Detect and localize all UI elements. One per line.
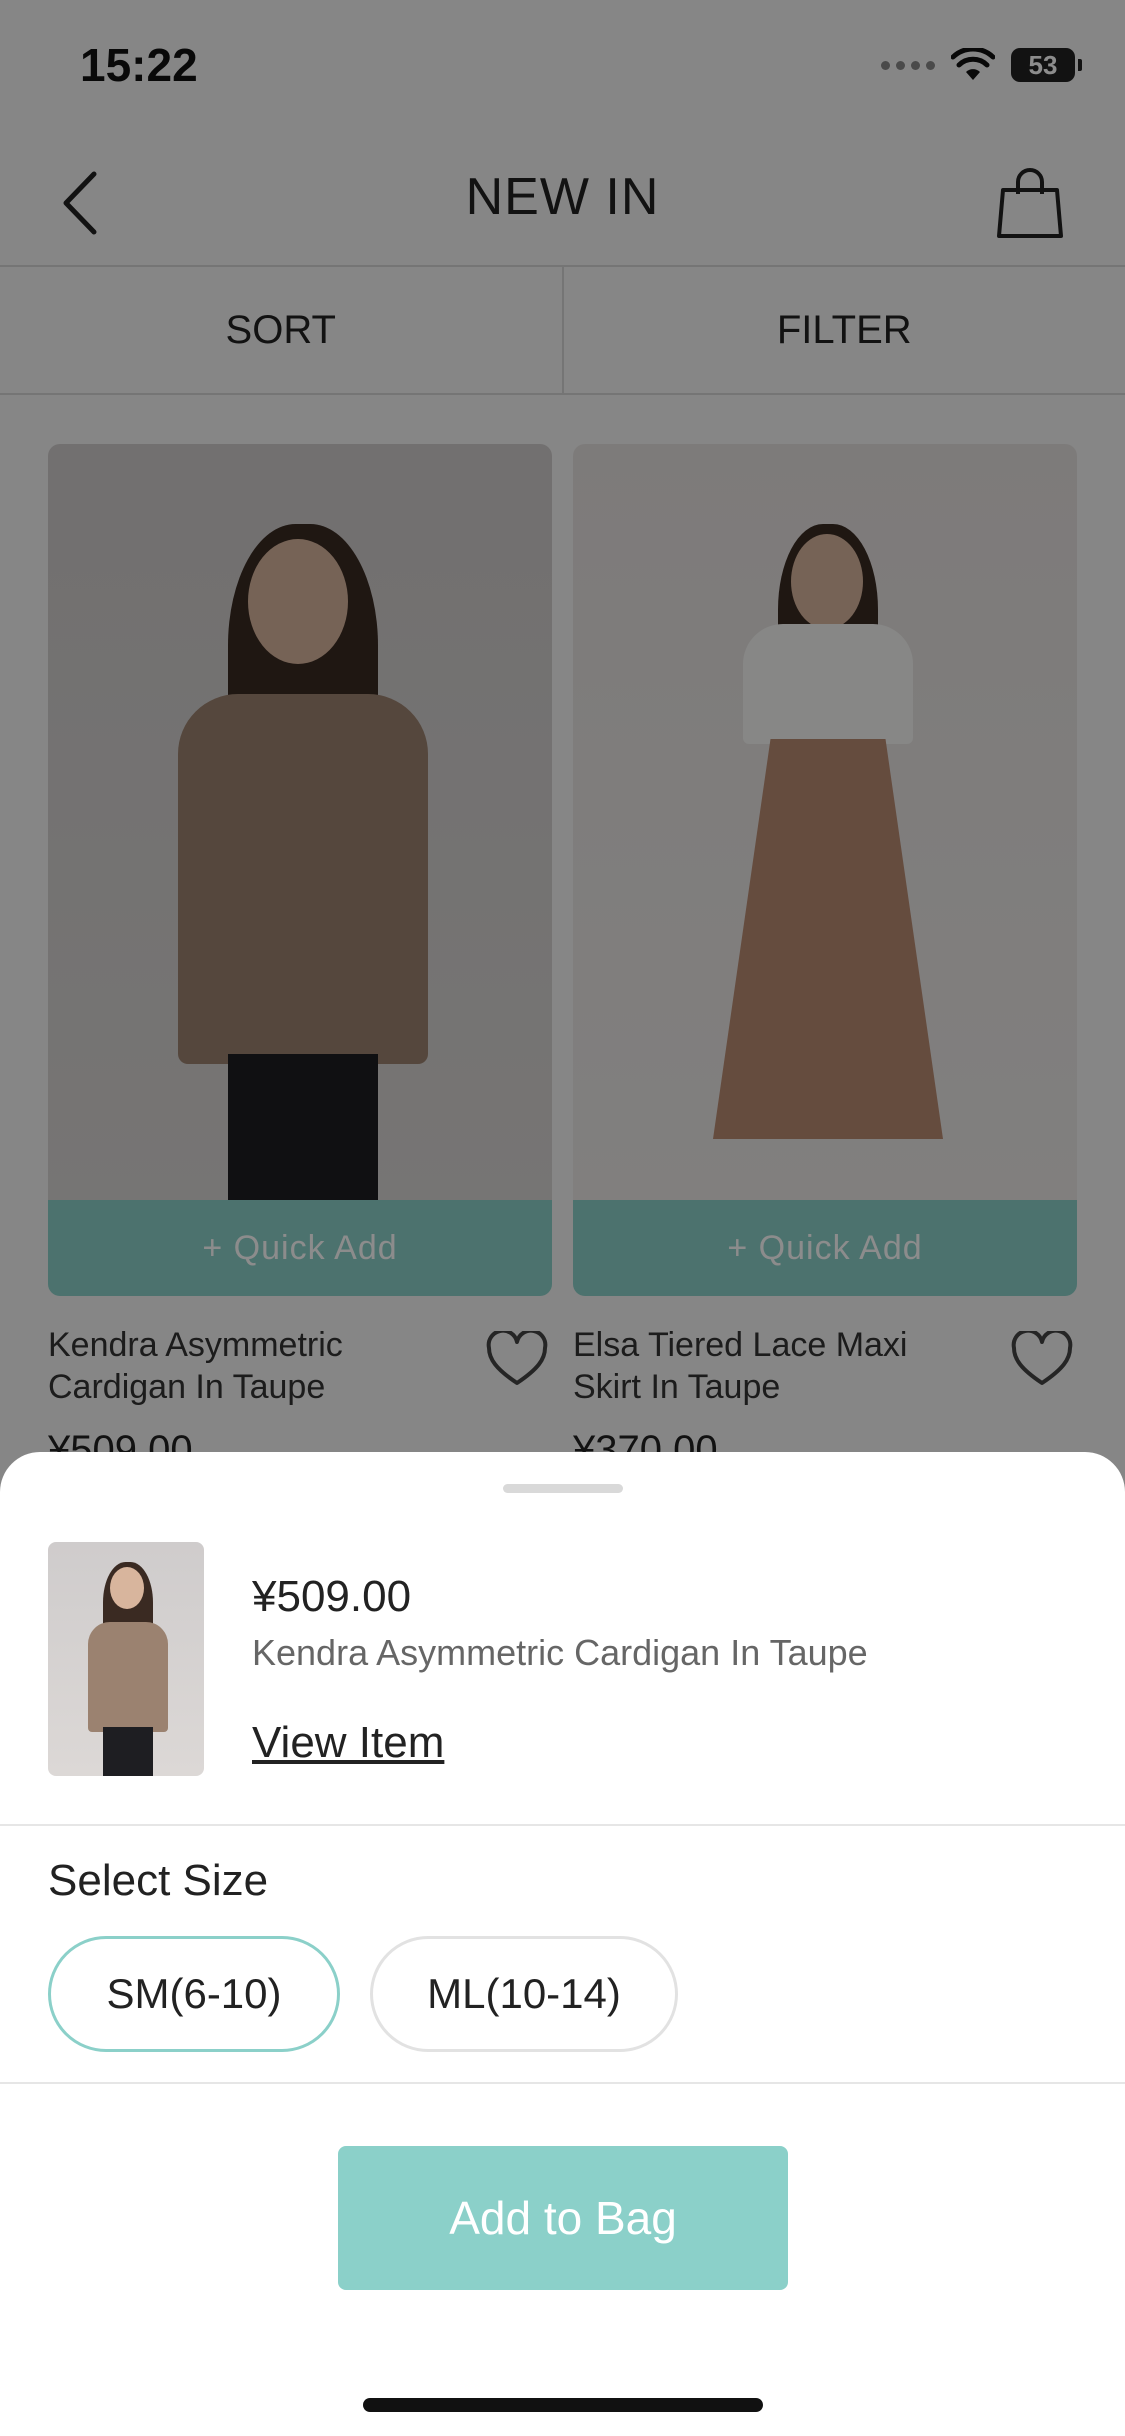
sheet-grabber[interactable]	[503, 1484, 623, 1493]
sheet-product-price: ¥509.00	[252, 1572, 412, 1621]
product-thumbnail	[48, 1542, 204, 1776]
quick-add-sheet: ¥509.00 Kendra Asymmetric Cardigan In Ta…	[0, 1452, 1125, 2436]
size-option-ml[interactable]: ML(10-14)	[370, 1936, 678, 2052]
size-option-sm[interactable]: SM(6-10)	[48, 1936, 340, 2052]
divider	[0, 2082, 1125, 2084]
divider	[0, 1824, 1125, 1826]
select-size-label: Select Size	[48, 1856, 269, 1905]
add-to-bag-button[interactable]: Add to Bag	[338, 2146, 788, 2290]
sheet-product-name: Kendra Asymmetric Cardigan In Taupe	[252, 1632, 868, 1673]
view-item-link[interactable]: View Item	[252, 1718, 444, 1768]
home-indicator[interactable]	[363, 2398, 763, 2412]
